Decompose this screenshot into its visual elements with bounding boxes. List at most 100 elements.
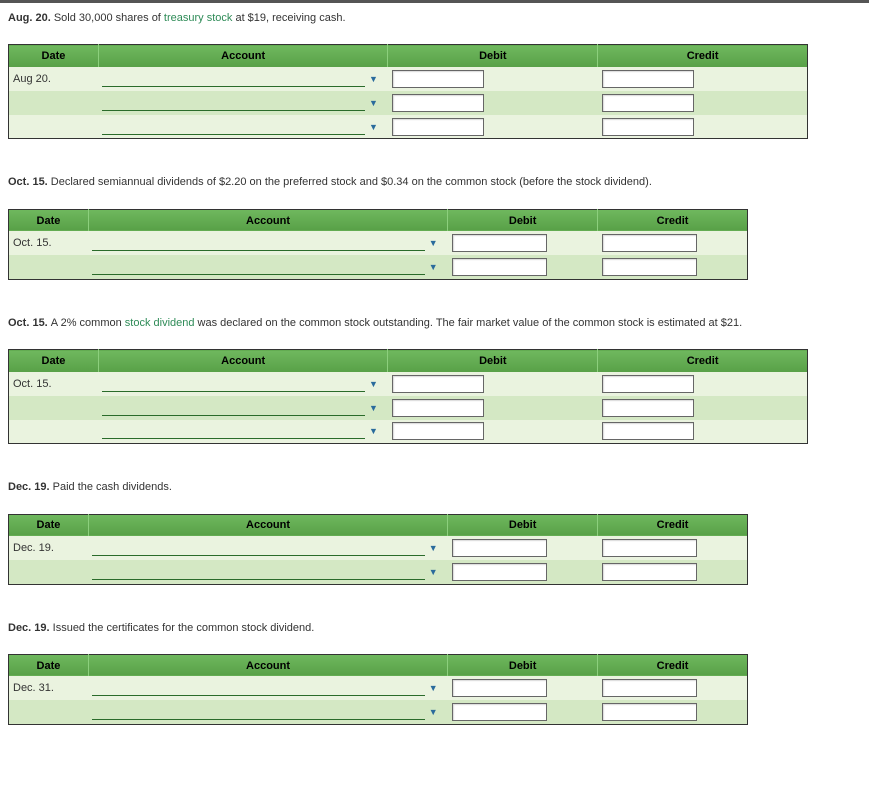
account-cell: ▼ <box>98 396 388 420</box>
chevron-down-icon[interactable]: ▼ <box>427 238 444 248</box>
credit-input[interactable] <box>602 399 694 417</box>
debit-input[interactable] <box>452 679 547 697</box>
credit-cell <box>598 396 808 420</box>
transaction-prompt: Oct. 15. Declared semiannual dividends o… <box>8 175 861 190</box>
credit-input[interactable] <box>602 703 697 721</box>
credit-input[interactable] <box>602 375 694 393</box>
date-cell <box>9 255 89 279</box>
column-header-account: Account <box>88 514 447 536</box>
journal-row: Dec. 31.▼ <box>9 676 748 700</box>
credit-cell <box>598 560 748 584</box>
account-dropdown[interactable] <box>102 119 365 135</box>
credit-cell <box>598 255 748 279</box>
credit-input[interactable] <box>602 563 697 581</box>
column-header-credit: Credit <box>598 45 808 67</box>
credit-cell <box>598 536 748 560</box>
debit-cell <box>448 231 598 255</box>
journal-row: ▼ <box>9 396 808 420</box>
chevron-down-icon[interactable]: ▼ <box>427 707 444 717</box>
debit-input[interactable] <box>392 399 484 417</box>
account-dropdown[interactable] <box>102 423 365 439</box>
account-dropdown[interactable] <box>102 71 365 87</box>
prompt-date: Oct. 15. <box>8 176 51 188</box>
journal-row: ▼ <box>9 115 808 139</box>
column-header-date: Date <box>9 45 99 67</box>
credit-input[interactable] <box>602 258 697 276</box>
account-dropdown[interactable] <box>102 95 365 111</box>
date-cell <box>9 91 99 115</box>
chevron-down-icon[interactable]: ▼ <box>427 262 444 272</box>
credit-input[interactable] <box>602 539 697 557</box>
account-dropdown[interactable] <box>102 376 365 392</box>
account-dropdown[interactable] <box>92 259 424 275</box>
debit-cell <box>448 255 598 279</box>
chevron-down-icon[interactable]: ▼ <box>427 543 444 553</box>
account-cell: ▼ <box>88 676 447 700</box>
date-cell: Dec. 19. <box>9 536 89 560</box>
journal-entry-table: DateAccountDebitCreditOct. 15.▼▼ <box>8 209 748 280</box>
column-header-date: Date <box>9 209 89 231</box>
journal-row: Oct. 15.▼ <box>9 372 808 396</box>
debit-input[interactable] <box>452 563 547 581</box>
debit-input[interactable] <box>392 422 484 440</box>
debit-cell <box>388 396 598 420</box>
column-header-credit: Credit <box>598 350 808 372</box>
journal-row: ▼ <box>9 91 808 115</box>
transaction-prompt: Aug. 20. Sold 30,000 shares of treasury … <box>8 11 861 26</box>
debit-input[interactable] <box>392 70 484 88</box>
window-top-border <box>0 0 869 3</box>
debit-input[interactable] <box>392 94 484 112</box>
chevron-down-icon[interactable]: ▼ <box>367 122 384 132</box>
chevron-down-icon[interactable]: ▼ <box>367 379 384 389</box>
debit-input[interactable] <box>452 703 547 721</box>
chevron-down-icon[interactable]: ▼ <box>367 403 384 413</box>
glossary-link[interactable]: treasury stock <box>164 12 232 24</box>
date-cell <box>9 420 99 444</box>
chevron-down-icon[interactable]: ▼ <box>427 567 444 577</box>
journal-entry-table: DateAccountDebitCreditDec. 19.▼▼ <box>8 514 748 585</box>
account-cell: ▼ <box>98 115 388 139</box>
chevron-down-icon[interactable]: ▼ <box>427 683 444 693</box>
debit-input[interactable] <box>452 234 547 252</box>
column-header-debit: Debit <box>388 45 598 67</box>
credit-input[interactable] <box>602 679 697 697</box>
column-header-debit: Debit <box>448 654 598 676</box>
account-dropdown[interactable] <box>92 564 424 580</box>
credit-cell <box>598 372 808 396</box>
debit-input[interactable] <box>392 118 484 136</box>
glossary-link[interactable]: stock dividend <box>125 317 195 329</box>
credit-input[interactable] <box>602 234 697 252</box>
credit-cell <box>598 676 748 700</box>
credit-cell <box>598 115 808 139</box>
column-header-credit: Credit <box>598 209 748 231</box>
debit-cell <box>388 372 598 396</box>
debit-input[interactable] <box>452 258 547 276</box>
date-cell: Aug 20. <box>9 67 99 91</box>
journal-row: ▼ <box>9 420 808 444</box>
chevron-down-icon[interactable]: ▼ <box>367 98 384 108</box>
credit-input[interactable] <box>602 422 694 440</box>
debit-input[interactable] <box>392 375 484 393</box>
debit-cell <box>448 536 598 560</box>
account-dropdown[interactable] <box>102 400 365 416</box>
credit-cell <box>598 91 808 115</box>
column-header-account: Account <box>98 350 388 372</box>
debit-cell <box>388 115 598 139</box>
account-dropdown[interactable] <box>92 235 424 251</box>
credit-cell <box>598 700 748 724</box>
debit-cell <box>448 676 598 700</box>
account-cell: ▼ <box>88 255 447 279</box>
debit-cell <box>388 67 598 91</box>
credit-input[interactable] <box>602 70 694 88</box>
account-dropdown[interactable] <box>92 704 424 720</box>
credit-input[interactable] <box>602 94 694 112</box>
account-dropdown[interactable] <box>92 540 424 556</box>
journal-row: ▼ <box>9 700 748 724</box>
credit-input[interactable] <box>602 118 694 136</box>
column-header-credit: Credit <box>598 654 748 676</box>
chevron-down-icon[interactable]: ▼ <box>367 74 384 84</box>
chevron-down-icon[interactable]: ▼ <box>367 426 384 436</box>
debit-input[interactable] <box>452 539 547 557</box>
account-cell: ▼ <box>88 560 447 584</box>
account-dropdown[interactable] <box>92 680 424 696</box>
